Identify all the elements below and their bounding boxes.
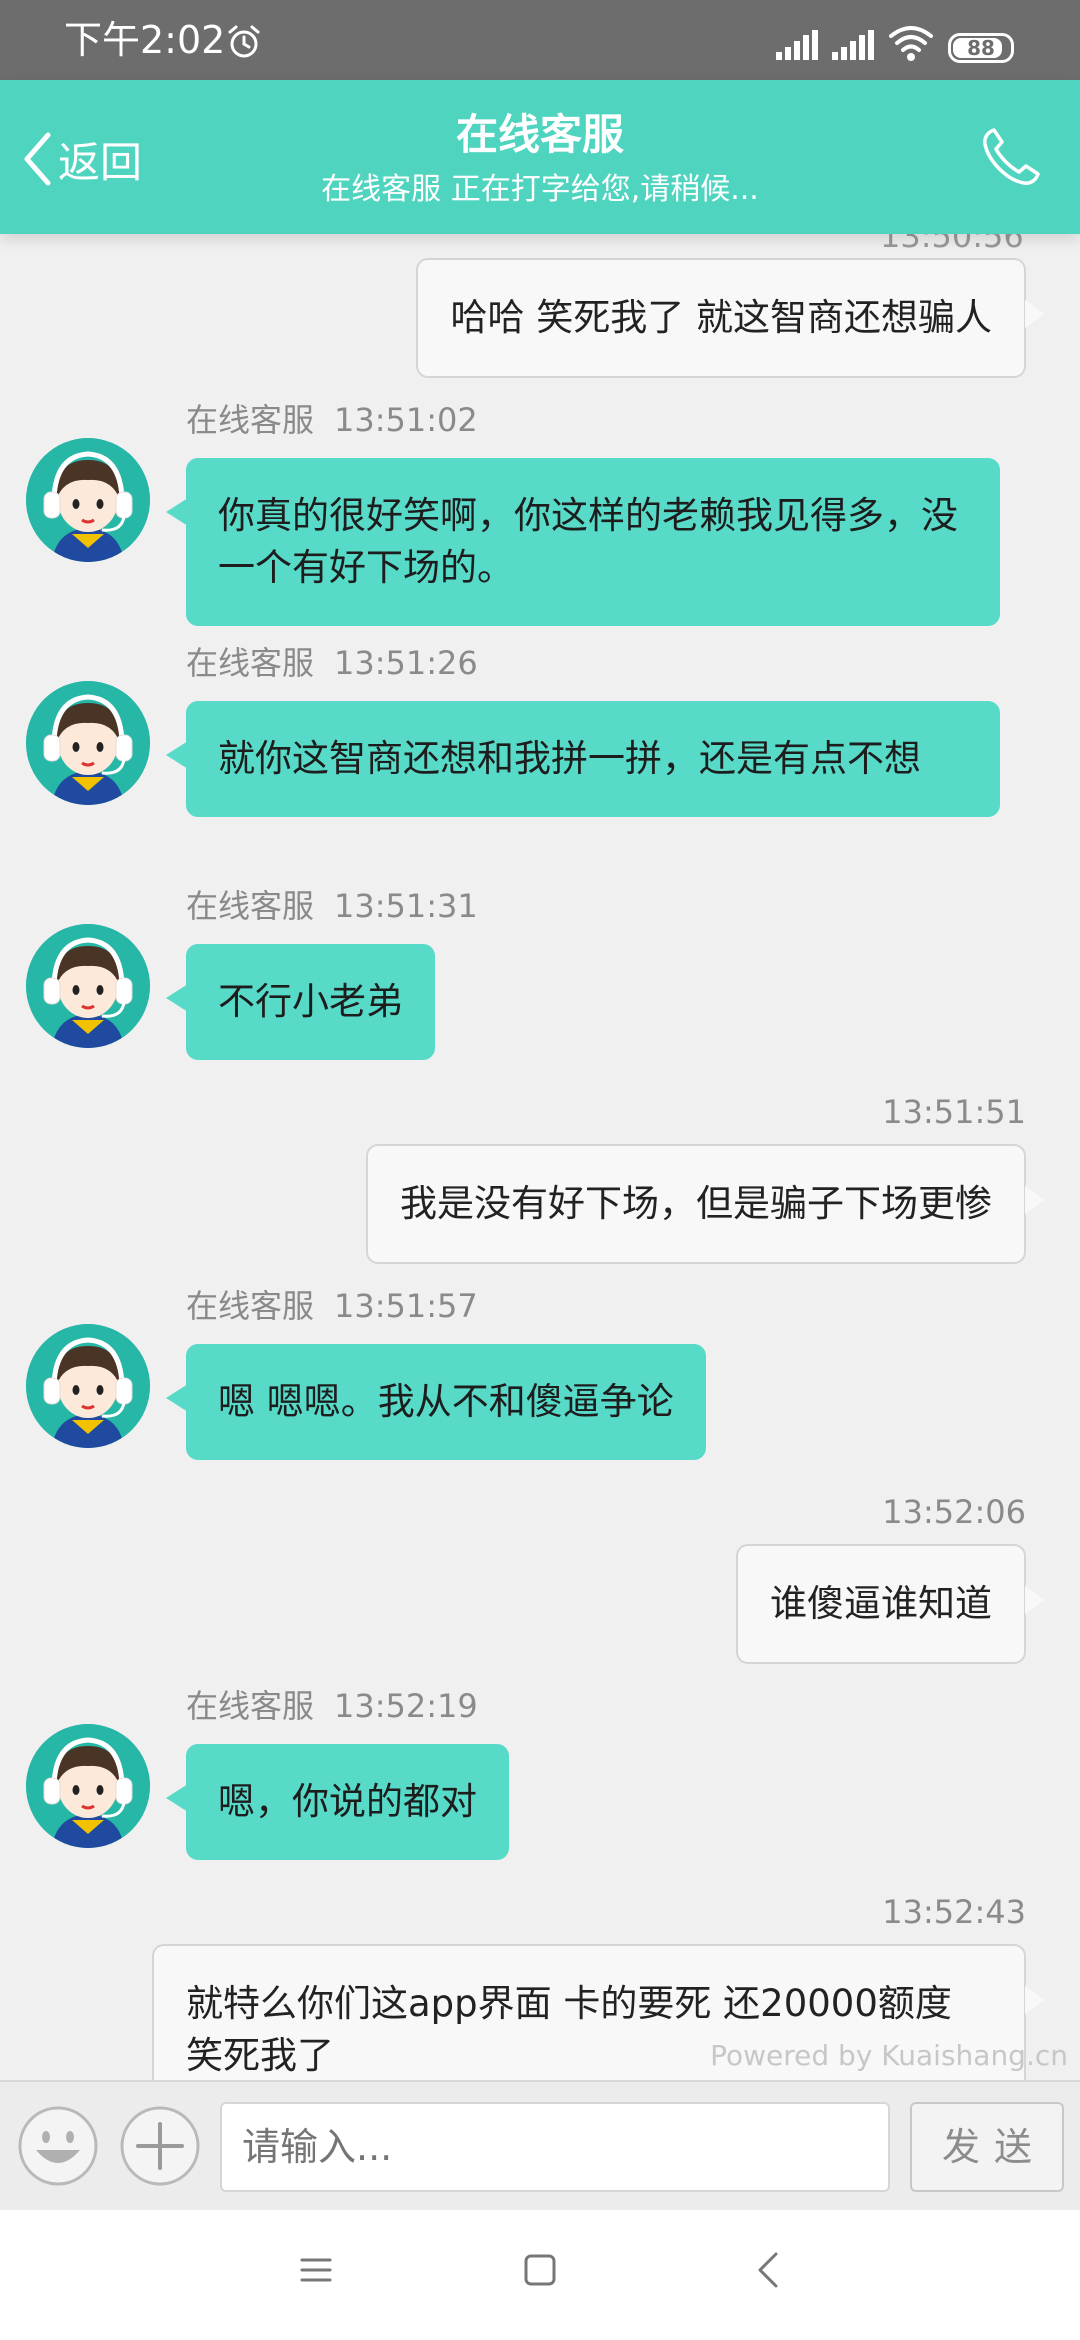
home-icon[interactable] bbox=[520, 2250, 560, 2290]
message-bubble: 不行小老弟 bbox=[166, 944, 435, 1060]
message-bubble: 谁傻逼谁知道 bbox=[736, 1544, 1045, 1664]
plus-icon[interactable] bbox=[118, 2104, 202, 2188]
avatar[interactable] bbox=[26, 1324, 150, 1448]
message-agent: 在线客服 13:52:19 嗯，你说的都对 bbox=[0, 1680, 1080, 1880]
avatar[interactable] bbox=[26, 438, 150, 562]
signal-icon bbox=[832, 30, 874, 60]
emoji-icon[interactable] bbox=[16, 2104, 100, 2188]
sender-name: 在线客服 bbox=[186, 401, 315, 439]
menu-icon[interactable] bbox=[296, 2250, 336, 2290]
sender-name: 在线客服 bbox=[186, 1687, 315, 1725]
message-time: 13:52:06 bbox=[882, 1493, 1026, 1531]
battery-text: 88 bbox=[967, 36, 995, 60]
nav-back-icon[interactable] bbox=[748, 2248, 788, 2292]
message-time: 13:51:02 bbox=[334, 401, 478, 439]
message-user: 13:51:51 我是没有好下场，但是骗子下场更惨 bbox=[0, 1092, 1080, 1292]
message-bubble: 你真的很好笑啊，你这样的老赖我见得多，没一个有好下场的。 bbox=[166, 458, 1000, 626]
send-button[interactable]: 发送 bbox=[910, 2102, 1064, 2192]
message-bubble: 就你这智商还想和我拼一拼，还是有点不想 bbox=[166, 701, 1000, 817]
avatar[interactable] bbox=[26, 681, 150, 805]
powered-by: Powered by Kuaishang.cn bbox=[710, 2039, 1068, 2072]
message-user: 13:52:06 谁傻逼谁知道 bbox=[0, 1492, 1080, 1692]
alarm-icon bbox=[228, 25, 260, 58]
message-agent: 在线客服 13:51:26 就你这智商还想和我拼一拼，还是有点不想 bbox=[0, 637, 1080, 897]
signal-icon bbox=[776, 30, 818, 60]
message-meta: 在线客服 13:51:02 bbox=[186, 400, 478, 440]
wifi-icon bbox=[889, 26, 933, 61]
sender-name: 在线客服 bbox=[186, 1287, 315, 1325]
message-time: 13:51:31 bbox=[334, 887, 478, 925]
input-bar: 发送 bbox=[0, 2080, 1080, 2210]
message-agent: 在线客服 13:51:31 不行小老弟 bbox=[0, 880, 1080, 1080]
battery-icon: 88 bbox=[948, 33, 1014, 63]
message-time: 13:51:51 bbox=[882, 1093, 1026, 1131]
avatar[interactable] bbox=[26, 924, 150, 1048]
message-input[interactable] bbox=[220, 2102, 890, 2192]
avatar[interactable] bbox=[26, 1724, 150, 1848]
message-time: 13:50:56 bbox=[880, 234, 1024, 255]
message-bubble: 嗯，你说的都对 bbox=[166, 1744, 509, 1860]
chat-header: 返回 在线客服 在线客服 正在打字给您,请稍候... bbox=[0, 80, 1080, 234]
chat-message-list[interactable]: 13:50:56 哈哈 笑死我了 就这智商还想骗人 在线客服 13:51:02 你… bbox=[0, 234, 1080, 2080]
message-time: 13:51:57 bbox=[334, 1287, 478, 1325]
message-user: 哈哈 笑死我了 就这智商还想骗人 bbox=[0, 258, 1080, 378]
page-title: 在线客服 bbox=[455, 110, 624, 159]
message-time: 13:52:19 bbox=[334, 1687, 478, 1725]
message-agent: 在线客服 13:51:02 你真的很好笑啊，你这样的老赖我见得多，没一个有好下场的… bbox=[0, 394, 1080, 654]
typing-status: 在线客服 正在打字给您,请稍候... bbox=[321, 172, 759, 207]
message-meta: 在线客服 13:51:57 bbox=[186, 1286, 478, 1326]
phone-icon[interactable] bbox=[978, 124, 1044, 190]
message-bubble: 哈哈 笑死我了 就这智商还想骗人 bbox=[416, 258, 1045, 378]
sender-name: 在线客服 bbox=[186, 887, 315, 925]
system-nav-bar bbox=[0, 2210, 1080, 2340]
status-time: 下午2:02 bbox=[64, 18, 226, 62]
sender-name: 在线客服 bbox=[186, 644, 315, 682]
message-meta: 在线客服 13:51:26 bbox=[186, 643, 478, 683]
status-bar: 下午2:02 88 bbox=[0, 0, 1080, 80]
message-bubble: 我是没有好下场，但是骗子下场更惨 bbox=[366, 1144, 1045, 1264]
message-time: 13:51:26 bbox=[334, 644, 478, 682]
message-time: 13:52:43 bbox=[882, 1893, 1026, 1931]
message-meta: 在线客服 13:52:19 bbox=[186, 1686, 478, 1726]
message-meta: 在线客服 13:51:31 bbox=[186, 886, 478, 926]
message-agent: 在线客服 13:51:57 嗯 嗯嗯。我从不和傻逼争论 bbox=[0, 1280, 1080, 1480]
message-bubble: 嗯 嗯嗯。我从不和傻逼争论 bbox=[166, 1344, 706, 1460]
